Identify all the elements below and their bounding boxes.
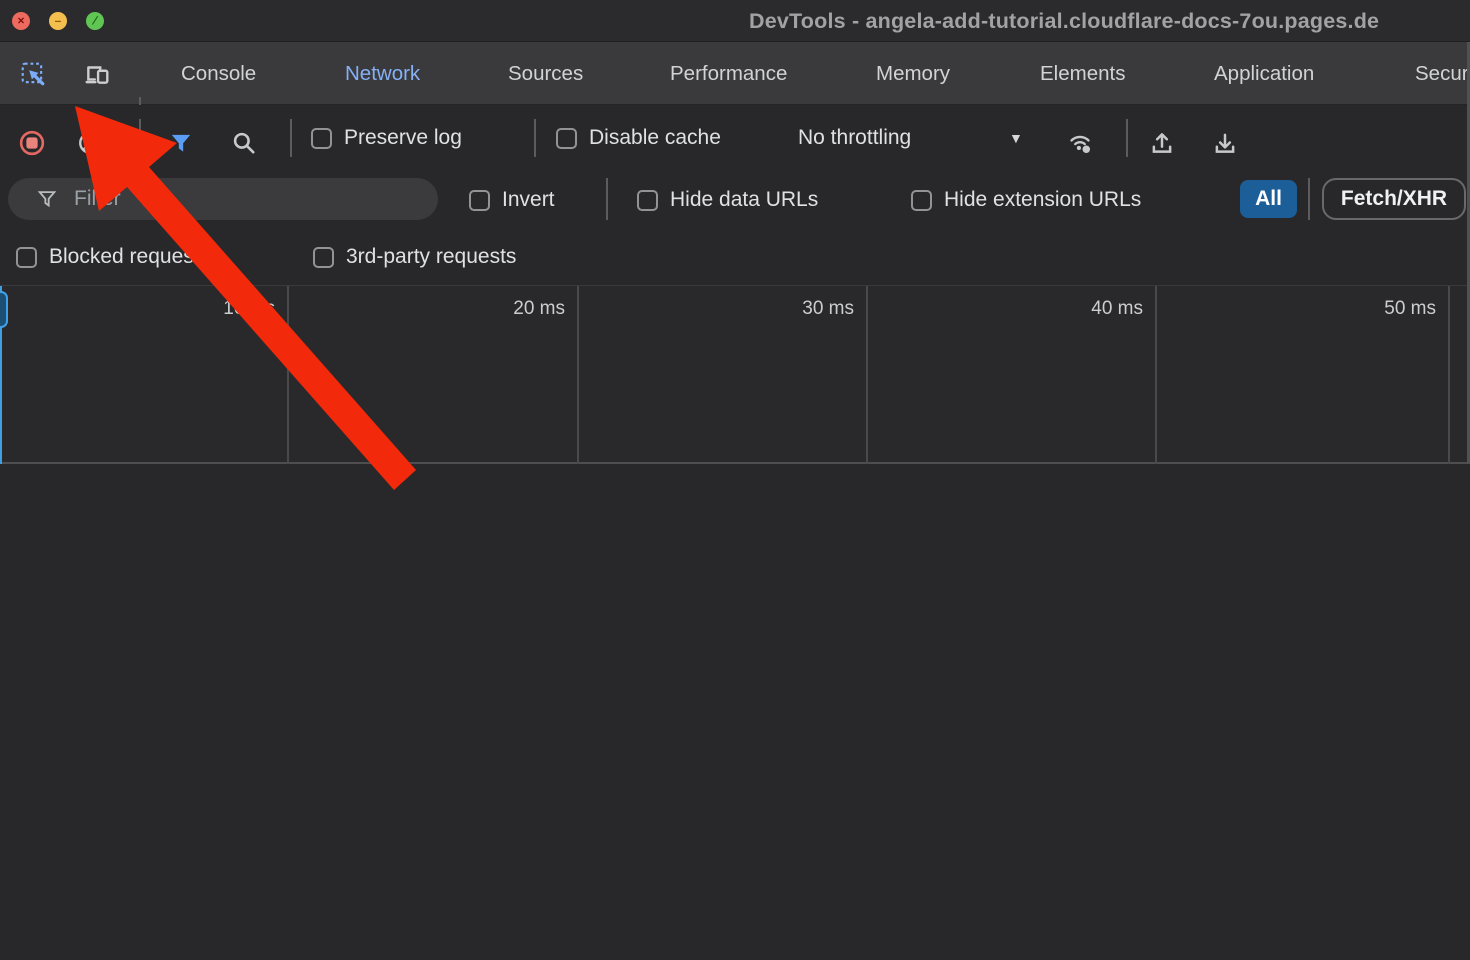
tab-console[interactable]: Console [181, 42, 256, 105]
devtools-tabbar: Console Network Sources Performance Memo… [0, 42, 1470, 105]
inspect-element-button[interactable] [15, 56, 51, 92]
window-minimize-button[interactable]: – [49, 12, 67, 30]
timeline-gridline [1155, 286, 1157, 465]
preserve-log-checkbox[interactable] [311, 128, 332, 149]
network-overview-timeline[interactable]: 10 ms 20 ms 30 ms 40 ms 50 ms [0, 285, 1470, 464]
invert-checkbox[interactable] [469, 190, 490, 211]
timeline-tick-label: 10 ms [195, 298, 275, 320]
wifi-gear-icon [1067, 130, 1093, 156]
funnel-outline-icon [36, 188, 58, 210]
hide-data-urls-checkbox[interactable] [637, 190, 658, 211]
close-icon: × [17, 15, 24, 27]
blocked-requests-checkbox[interactable] [16, 247, 37, 268]
device-toolbar-icon [84, 61, 110, 87]
tab-elements[interactable]: Elements [1040, 42, 1125, 105]
record-network-log-button[interactable] [14, 125, 50, 161]
throttling-dropdown[interactable]: No throttling [798, 105, 911, 170]
timeline-gridline [1448, 286, 1450, 465]
import-har-button[interactable] [1144, 125, 1180, 161]
download-icon [1212, 130, 1238, 156]
preserve-log-label[interactable]: Preserve log [344, 126, 462, 150]
request-type-chip-all[interactable]: All [1240, 180, 1297, 218]
tab-application[interactable]: Application [1214, 42, 1314, 105]
toggle-device-toolbar-button[interactable] [79, 56, 115, 92]
toolbar-divider [290, 119, 292, 157]
disable-cache-checkbox[interactable] [556, 128, 577, 149]
third-party-requests-checkbox[interactable] [313, 247, 334, 268]
network-filter-bar: Invert Hide data URLs Hide extension URL… [0, 170, 1470, 228]
timeline-gridline [866, 286, 868, 465]
network-conditions-button[interactable] [1062, 125, 1098, 161]
request-filters-row: Blocked requests 3rd-party requests [0, 228, 1470, 285]
filter-input-container[interactable] [8, 178, 438, 220]
timeline-gridline [287, 286, 289, 465]
window-title: DevTools - angela-add-tutorial.cloudflar… [749, 9, 1379, 34]
throttling-value: No throttling [798, 126, 911, 150]
disable-cache-label[interactable]: Disable cache [589, 126, 721, 150]
third-party-requests-label[interactable]: 3rd-party requests [346, 245, 516, 269]
tab-memory[interactable]: Memory [876, 42, 950, 105]
inspect-cursor-icon [20, 61, 46, 87]
funnel-icon [168, 130, 194, 156]
export-har-button[interactable] [1207, 125, 1243, 161]
chevron-down-icon[interactable]: ▼ [1009, 130, 1023, 146]
upload-icon [1149, 130, 1175, 156]
timeline-tick-label: 30 ms [774, 298, 854, 320]
request-type-chip-fetch-xhr[interactable]: Fetch/XHR [1322, 178, 1466, 220]
search-icon [231, 130, 257, 156]
overview-selection-grabber[interactable] [0, 291, 8, 328]
devtools-window: { "window": { "title": "DevTools - angel… [0, 0, 1470, 960]
network-request-table-empty: Recordi Perform a request [0, 464, 1470, 960]
window-zoom-button[interactable]: ∕ [86, 12, 104, 30]
toolbar-divider [534, 119, 536, 157]
network-toolbar: Preserve log Disable cache No throttling… [0, 105, 1470, 170]
hide-extension-urls-label[interactable]: Hide extension URLs [944, 188, 1141, 212]
titlebar: × – ∕ DevTools - angela-add-tutorial.clo… [0, 0, 1470, 42]
tab-network[interactable]: Network [345, 42, 420, 105]
timeline-tick-label: 40 ms [1063, 298, 1143, 320]
tab-security[interactable]: Security [1415, 42, 1470, 105]
filter-toggle-button[interactable] [163, 125, 199, 161]
blocked-requests-label[interactable]: Blocked requests [49, 245, 210, 269]
clear-network-log-button[interactable] [72, 125, 108, 161]
filterbar-divider [606, 178, 608, 220]
zoom-slash-icon: ∕ [94, 15, 96, 27]
hide-extension-urls-checkbox[interactable] [911, 190, 932, 211]
timeline-tick-label: 20 ms [485, 298, 565, 320]
toolbar-divider [1126, 119, 1128, 157]
tab-performance[interactable]: Performance [670, 42, 787, 105]
timeline-gridline [577, 286, 579, 465]
search-button[interactable] [226, 125, 262, 161]
invert-label[interactable]: Invert [502, 188, 555, 212]
minimize-icon: – [55, 15, 62, 27]
timeline-tick-label: 50 ms [1356, 298, 1436, 320]
toolbar-divider [139, 119, 141, 157]
tab-sources[interactable]: Sources [508, 42, 583, 105]
hide-data-urls-label[interactable]: Hide data URLs [670, 188, 818, 212]
filterbar-divider [1308, 178, 1310, 220]
window-close-button[interactable]: × [12, 12, 30, 30]
record-stop-icon [19, 130, 45, 156]
filter-input[interactable] [74, 187, 374, 211]
clear-icon [77, 130, 103, 156]
